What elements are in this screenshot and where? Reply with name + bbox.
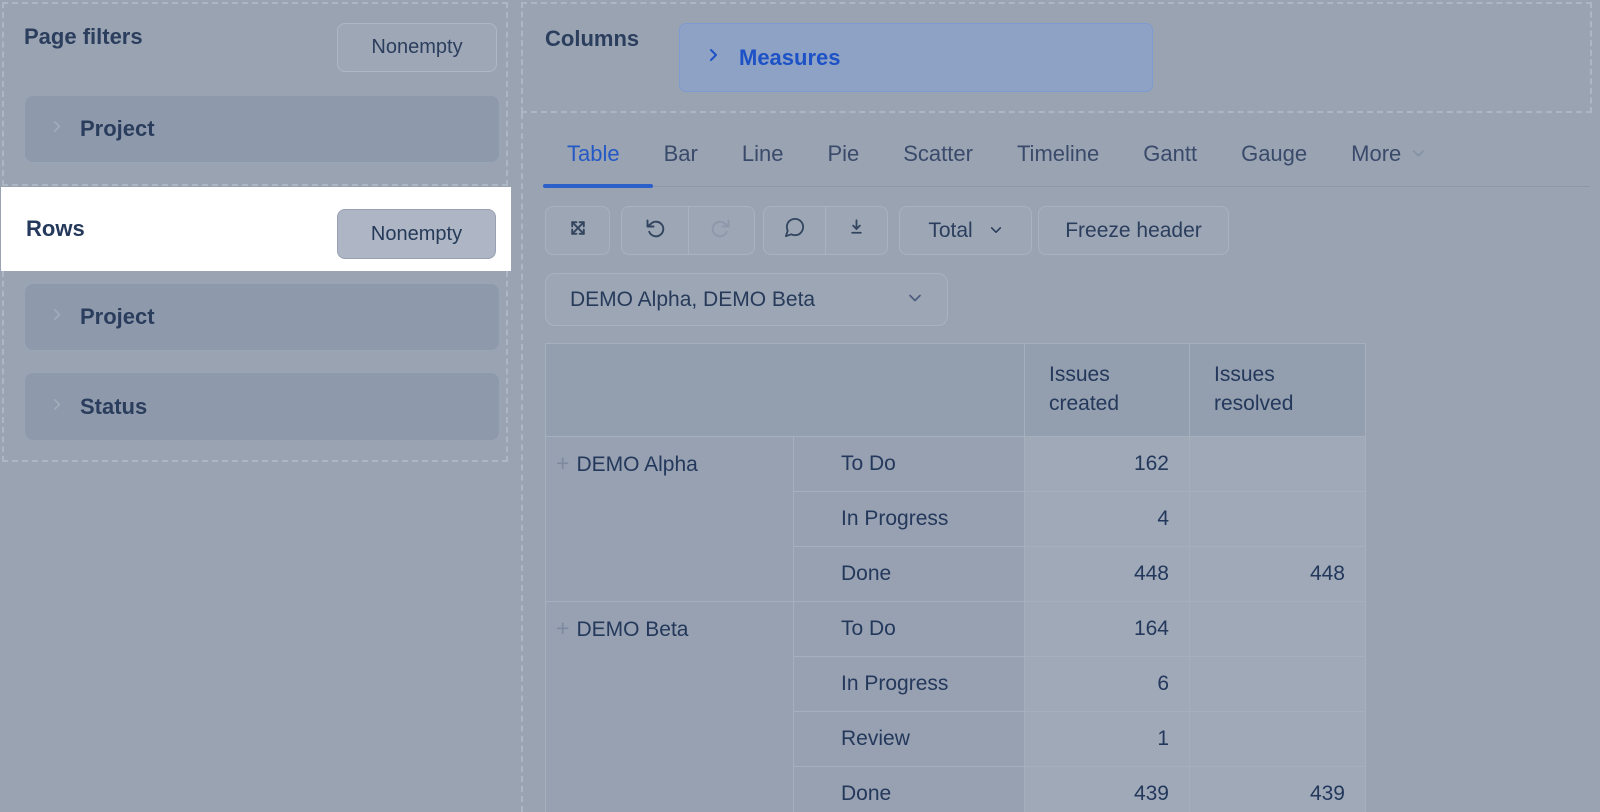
page-filter-item-project[interactable]: Project xyxy=(24,95,500,163)
status-cell: To Do xyxy=(794,437,1025,492)
view-tabs: Table Bar Line Pie Scatter Timeline Gant… xyxy=(567,138,1426,170)
layout-divider xyxy=(521,113,523,812)
issues-created-value[interactable]: 164 xyxy=(1025,602,1190,657)
report-builder-screen: Page filters Nonempty Project Project St… xyxy=(0,0,1600,812)
issues-resolved-value[interactable] xyxy=(1190,712,1366,767)
columns-dropzone: Columns Measures xyxy=(521,2,1592,113)
tab-more-label: More xyxy=(1351,141,1401,167)
total-dropdown-button[interactable]: Total xyxy=(899,206,1032,255)
issues-created-value[interactable]: 448 xyxy=(1025,547,1190,602)
table-corner-cell xyxy=(546,344,1025,437)
issues-created-value[interactable]: 4 xyxy=(1025,492,1190,547)
total-label: Total xyxy=(928,219,972,243)
dimension-label: Status xyxy=(80,394,147,420)
expand-plus-icon[interactable]: + xyxy=(556,450,569,476)
expand-button[interactable] xyxy=(545,206,610,255)
dimension-label: Project xyxy=(80,304,155,330)
expand-plus-icon[interactable]: + xyxy=(556,615,569,641)
tab-timeline[interactable]: Timeline xyxy=(1017,141,1099,167)
status-cell: Done xyxy=(794,547,1025,602)
issues-created-value[interactable]: 162 xyxy=(1025,437,1190,492)
rows-item-status[interactable]: Status xyxy=(24,372,500,441)
chevron-right-icon xyxy=(706,47,722,68)
issues-created-value[interactable]: 1 xyxy=(1025,712,1190,767)
status-cell: Review xyxy=(794,712,1025,767)
table-header-row: Issues created Issues resolved xyxy=(546,344,1366,437)
download-icon xyxy=(845,216,868,245)
comment-button[interactable] xyxy=(764,207,825,254)
column-header-issues-resolved[interactable]: Issues resolved xyxy=(1190,344,1366,437)
active-tab-underline xyxy=(543,184,653,188)
history-button-group xyxy=(621,206,755,255)
tab-table[interactable]: Table xyxy=(567,141,620,167)
chevron-right-icon xyxy=(50,307,65,327)
chevron-right-icon xyxy=(50,119,65,139)
chevron-down-icon xyxy=(1411,141,1426,167)
chevron-down-icon xyxy=(907,288,923,312)
project-cell[interactable]: + DEMO Beta xyxy=(546,602,794,812)
issues-created-value[interactable]: 439 xyxy=(1025,767,1190,812)
issues-created-value[interactable]: 6 xyxy=(1025,657,1190,712)
expand-icon xyxy=(566,216,590,246)
status-cell: In Progress xyxy=(794,492,1025,547)
table-row: + DEMO Beta To Do164 xyxy=(546,602,1366,657)
share-button-group xyxy=(763,206,888,255)
status-cell: To Do xyxy=(794,602,1025,657)
report-table: Issues created Issues resolved + DEMO Alp… xyxy=(545,343,1366,812)
columns-item-measures[interactable]: Measures xyxy=(679,23,1153,92)
tabs-track xyxy=(543,186,1590,187)
table-row: + DEMO Alpha To Do162 xyxy=(546,437,1366,492)
issues-resolved-value[interactable] xyxy=(1190,437,1366,492)
page-filters-dropzone: Page filters Nonempty Project xyxy=(2,2,508,186)
tab-bar[interactable]: Bar xyxy=(664,141,698,167)
rows-item-project[interactable]: Project xyxy=(24,283,500,351)
tab-more[interactable]: More xyxy=(1351,141,1426,167)
issues-resolved-value[interactable] xyxy=(1190,602,1366,657)
status-cell: Done xyxy=(794,767,1025,812)
issues-resolved-value[interactable]: 439 xyxy=(1190,767,1366,812)
tab-gantt[interactable]: Gantt xyxy=(1143,141,1197,167)
page-filters-nonempty-button[interactable]: Nonempty xyxy=(337,23,497,72)
page-filters-title: Page filters xyxy=(24,24,143,50)
chevron-down-icon xyxy=(989,219,1003,243)
tab-pie[interactable]: Pie xyxy=(827,141,859,167)
issues-resolved-value[interactable] xyxy=(1190,492,1366,547)
rows-dropzone: Project Status xyxy=(2,271,508,462)
comment-icon xyxy=(783,216,806,245)
tab-scatter[interactable]: Scatter xyxy=(903,141,973,167)
status-cell: In Progress xyxy=(794,657,1025,712)
rows-title: Rows xyxy=(26,216,85,242)
issues-resolved-value[interactable]: 448 xyxy=(1190,547,1366,602)
export-button[interactable] xyxy=(826,207,887,254)
undo-icon xyxy=(643,216,667,246)
rows-section-highlight: Rows Nonempty xyxy=(1,187,511,271)
tab-line[interactable]: Line xyxy=(742,141,784,167)
dimension-label: Project xyxy=(80,116,155,142)
rows-nonempty-button[interactable]: Nonempty xyxy=(337,209,496,259)
project-cell[interactable]: + DEMO Alpha xyxy=(546,437,794,602)
chevron-right-icon xyxy=(50,397,65,417)
measures-label: Measures xyxy=(739,45,841,71)
redo-icon xyxy=(709,216,733,246)
freeze-header-button[interactable]: Freeze header xyxy=(1038,206,1229,255)
freeze-header-label: Freeze header xyxy=(1065,219,1202,243)
redo-button[interactable] xyxy=(689,207,755,254)
undo-button[interactable] xyxy=(622,207,688,254)
page-filter-value-dropdown[interactable]: DEMO Alpha, DEMO Beta xyxy=(545,273,948,326)
project-name: DEMO Beta xyxy=(576,618,688,641)
page-filter-value: DEMO Alpha, DEMO Beta xyxy=(570,288,815,312)
tab-gauge[interactable]: Gauge xyxy=(1241,141,1307,167)
columns-title: Columns xyxy=(545,26,639,52)
project-name: DEMO Alpha xyxy=(576,453,697,476)
column-header-issues-created[interactable]: Issues created xyxy=(1025,344,1190,437)
issues-resolved-value[interactable] xyxy=(1190,657,1366,712)
